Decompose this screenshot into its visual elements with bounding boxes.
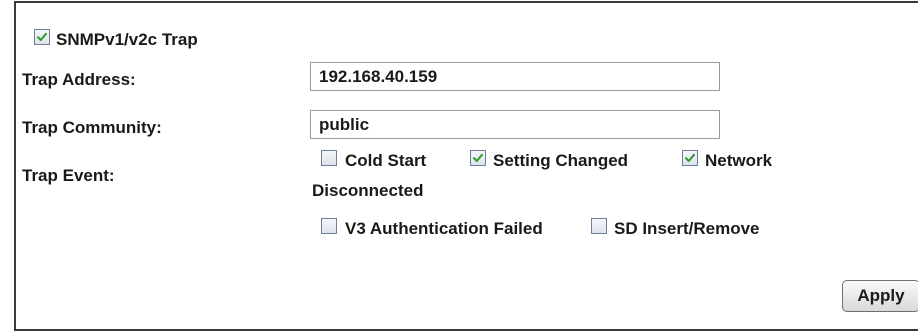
setting-changed-label: Setting Changed [493, 151, 629, 170]
cold-start-checkbox[interactable] [321, 150, 337, 166]
network-disconnected-checkbox[interactable] [682, 150, 698, 166]
trap-address-label: Trap Address: [22, 70, 136, 89]
sd-insert-remove-checkbox[interactable] [591, 218, 607, 234]
snmp-trap-label: SNMPv1/v2c Trap [56, 30, 198, 49]
v3-auth-failed-label: V3 Authentication Failed [345, 219, 543, 238]
check-mark-icon [685, 153, 695, 162]
snmp-trap-panel [14, 1, 918, 331]
trap-address-input[interactable] [310, 62, 720, 91]
apply-button[interactable]: Apply [842, 280, 918, 312]
check-mark-icon [37, 32, 47, 41]
disconnected-label: Disconnected [312, 181, 424, 200]
setting-changed-checkbox[interactable] [470, 150, 486, 166]
snmp-trap-checkbox[interactable] [34, 29, 50, 45]
check-mark-icon [473, 153, 483, 162]
network-label: Network [705, 151, 773, 170]
sd-insert-remove-label: SD Insert/Remove [614, 219, 760, 238]
trap-community-input[interactable] [310, 110, 720, 139]
cold-start-label: Cold Start [345, 151, 427, 170]
trap-community-label: Trap Community: [22, 118, 162, 137]
v3-auth-failed-checkbox[interactable] [321, 218, 337, 234]
trap-event-label: Trap Event: [22, 166, 115, 185]
